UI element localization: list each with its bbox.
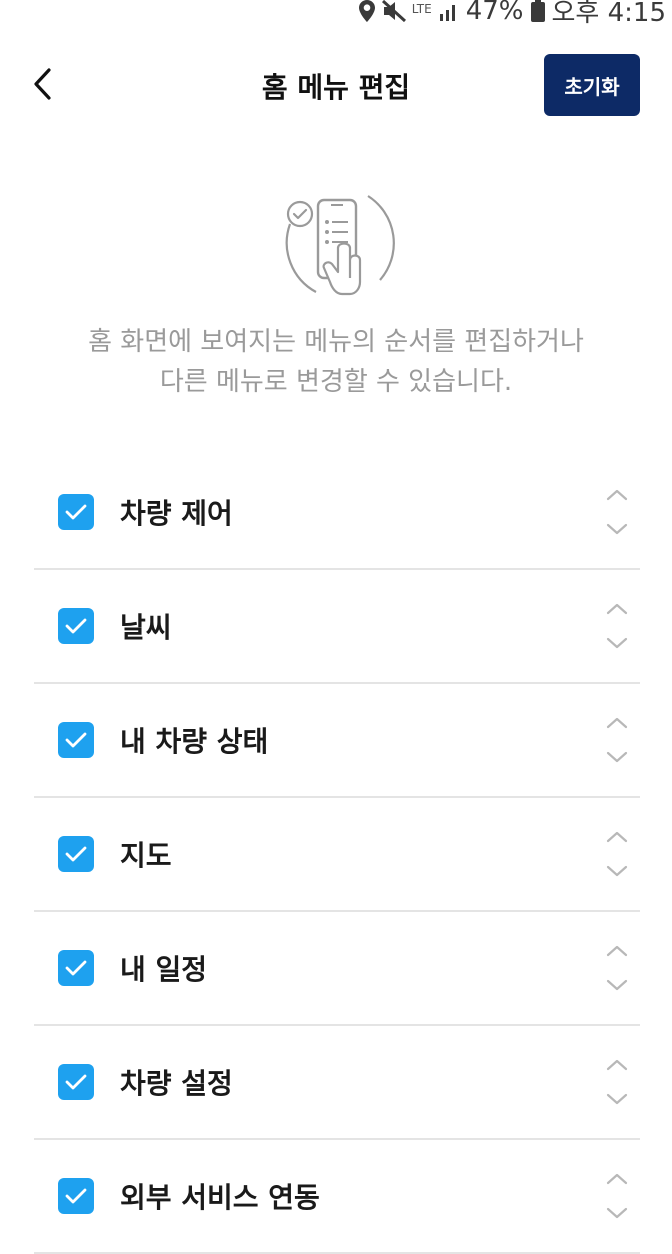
reset-button[interactable]: 초기화 <box>544 54 640 116</box>
chevron-down-icon <box>606 523 628 535</box>
checkbox[interactable] <box>58 494 94 530</box>
description-line: 다른 메뉴로 변경할 수 있습니다. <box>159 367 513 397</box>
description-line: 홈 화면에 보여지는 메뉴의 순서를 편집하거나 <box>88 327 584 357</box>
menu-item-label: 내 일정 <box>120 953 208 986</box>
mute-icon <box>381 0 406 22</box>
reorder-handle[interactable] <box>604 717 630 763</box>
chevron-up-icon <box>606 717 628 729</box>
description: 홈 화면에 보여지는 메뉴의 순서를 편집하거나 다른 메뉴로 변경할 수 있습… <box>30 322 642 402</box>
menu-item-vehicle-status[interactable]: 내 차량 상태 <box>34 684 640 798</box>
menu-item-my-schedule[interactable]: 내 일정 <box>34 912 640 1026</box>
chevron-up-icon <box>606 489 628 501</box>
menu-item-label: 차량 설정 <box>120 1067 233 1100</box>
checkbox[interactable] <box>58 950 94 986</box>
chevron-down-icon <box>606 865 628 877</box>
reorder-handle[interactable] <box>604 489 630 535</box>
menu-item-vehicle-control[interactable]: 차량 제어 <box>34 456 640 570</box>
chevron-down-icon <box>606 1207 628 1219</box>
chevron-up-icon <box>606 1173 628 1185</box>
checkbox[interactable] <box>58 836 94 872</box>
chevron-down-icon <box>606 751 628 763</box>
check-icon <box>65 846 87 862</box>
chevron-down-icon <box>606 1093 628 1105</box>
checkbox[interactable] <box>58 1064 94 1100</box>
menu-item-label: 차량 제어 <box>120 497 233 530</box>
reorder-handle[interactable] <box>604 1173 630 1219</box>
phone-touch-illustration-icon <box>276 184 396 304</box>
check-icon <box>65 1188 87 1204</box>
clock: 오후 4:15 <box>551 0 667 28</box>
menu-list: 차량 제어 날씨 내 차량 상태 지도 내 일정 차량 설정 외부 서비스 연동 <box>34 456 640 1254</box>
reorder-handle[interactable] <box>604 831 630 877</box>
menu-item-label: 외부 서비스 연동 <box>120 1181 320 1214</box>
reorder-handle[interactable] <box>604 945 630 991</box>
menu-item-map[interactable]: 지도 <box>34 798 640 912</box>
checkbox[interactable] <box>58 722 94 758</box>
checkbox[interactable] <box>58 608 94 644</box>
battery-icon <box>530 0 546 23</box>
check-icon <box>65 618 87 634</box>
chevron-up-icon <box>606 1059 628 1071</box>
menu-item-vehicle-settings[interactable]: 차량 설정 <box>34 1026 640 1140</box>
menu-item-weather[interactable]: 날씨 <box>34 570 640 684</box>
menu-item-label: 날씨 <box>120 611 172 644</box>
reorder-handle[interactable] <box>604 1059 630 1105</box>
status-bar: LTE 47% 오후 4:15 <box>0 0 672 29</box>
check-icon <box>65 1074 87 1090</box>
checkbox[interactable] <box>58 1178 94 1214</box>
chevron-up-icon <box>606 831 628 843</box>
check-icon <box>65 960 87 976</box>
check-icon <box>65 732 87 748</box>
menu-item-label: 내 차량 상태 <box>120 725 269 758</box>
app-header: 홈 메뉴 편집 초기화 <box>0 40 672 130</box>
menu-item-label: 지도 <box>120 839 172 872</box>
chevron-down-icon <box>606 637 628 649</box>
location-icon <box>358 0 376 23</box>
reorder-handle[interactable] <box>604 603 630 649</box>
chevron-down-icon <box>606 979 628 991</box>
chevron-up-icon <box>606 945 628 957</box>
check-icon <box>65 504 87 520</box>
menu-item-external-services[interactable]: 외부 서비스 연동 <box>34 1140 640 1254</box>
battery-percent: 47% <box>465 0 524 26</box>
chevron-up-icon <box>606 603 628 615</box>
network-type: LTE <box>411 1 432 16</box>
signal-icon <box>438 0 460 22</box>
status-indicators: LTE 47% 오후 4:15 <box>358 0 666 29</box>
